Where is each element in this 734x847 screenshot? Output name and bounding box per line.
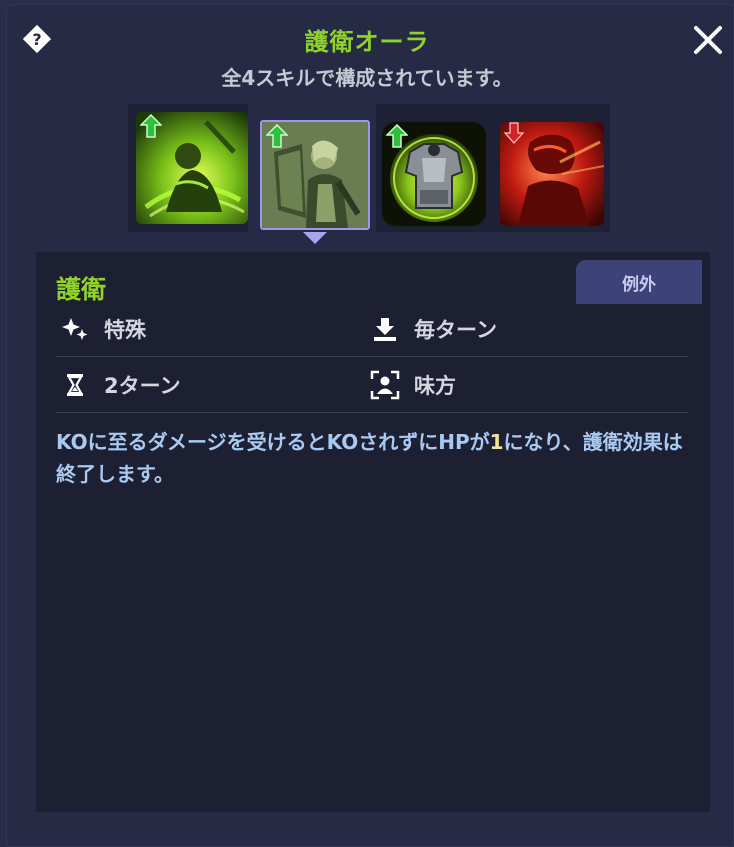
buff-up-icon	[140, 114, 162, 138]
download-arrow-icon	[370, 314, 400, 344]
skill-description-number: 1	[489, 430, 504, 454]
selected-skill-pointer	[303, 232, 327, 244]
exception-tab[interactable]: 例外	[576, 260, 702, 304]
sparkle-icon	[60, 314, 90, 344]
skill-item-3[interactable]	[382, 122, 486, 226]
skill-name: 護衛	[56, 275, 107, 304]
skill-target-value: 味方	[414, 374, 456, 398]
skill-description: KOに至るダメージを受けるとKOされずにHPが1になり、護衛効果は終了します。	[56, 426, 696, 490]
skill-duration-value: 2ターン	[104, 374, 181, 398]
detail-divider	[56, 356, 688, 357]
skill-target: 味方	[370, 370, 456, 400]
debuff-down-icon	[504, 122, 524, 144]
detail-divider	[56, 412, 688, 413]
skill-description-text: KOに至るダメージを受けるとKOされずにHPが	[56, 430, 490, 454]
skill-category-value: 特殊	[104, 318, 146, 342]
skill-item-4[interactable]	[500, 122, 604, 226]
target-ally-icon	[370, 370, 400, 400]
skill-duration: 2ターン	[60, 370, 181, 400]
skill-timing-value: 毎ターン	[414, 318, 497, 342]
buff-up-icon	[386, 124, 408, 148]
buff-up-icon	[266, 124, 288, 148]
hourglass-icon	[60, 370, 90, 400]
skill-category: 特殊	[60, 314, 146, 344]
skill-item-1[interactable]	[136, 112, 248, 224]
skill-timing: 毎ターン	[370, 314, 497, 344]
skill-item-2[interactable]	[262, 122, 368, 228]
dialog-subtitle: 全4スキルで構成されています。	[221, 66, 513, 90]
dialog-title: 護衛オーラ	[304, 28, 430, 56]
